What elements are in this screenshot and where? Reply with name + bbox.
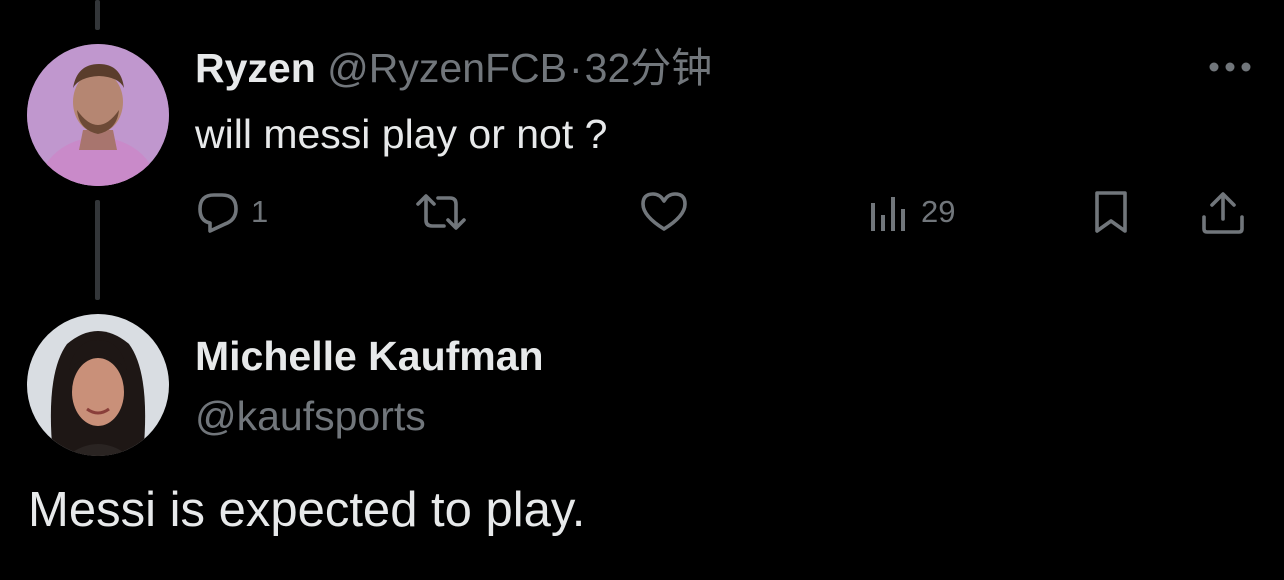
- tweet-thread: Ryzen @RyzenFCB·32分钟 will messi play or …: [0, 0, 1284, 580]
- author-handle[interactable]: @RyzenFCB: [327, 45, 567, 91]
- author-name[interactable]: Ryzen: [195, 45, 316, 91]
- avatar-michelle-kaufman[interactable]: [27, 314, 169, 456]
- share-icon: [1202, 192, 1244, 234]
- tweet-header: Ryzen @RyzenFCB·32分钟: [195, 42, 712, 94]
- reply-icon: [198, 193, 238, 233]
- views-bar-icon: [871, 197, 905, 231]
- views-button[interactable]: 29: [867, 186, 955, 238]
- retweet-button[interactable]: [413, 186, 479, 238]
- quoted-author-name[interactable]: Michelle Kaufman: [195, 330, 544, 382]
- quoted-tweet-text: Messi is expected to play.: [28, 483, 586, 537]
- heart-icon: [641, 192, 687, 231]
- reply-button[interactable]: 1: [195, 186, 268, 238]
- quoted-author-handle[interactable]: @kaufsports: [195, 390, 426, 442]
- thread-connector: [95, 200, 100, 300]
- reply-count: 1: [251, 194, 269, 229]
- more-dots-icon: [1209, 62, 1251, 72]
- like-button[interactable]: [639, 186, 699, 238]
- tweet-text: will messi play or not ?: [195, 111, 608, 157]
- thread-connector-top: [95, 0, 100, 30]
- more-options-button[interactable]: [1208, 60, 1252, 74]
- tweet-actions: 1 29: [195, 186, 1255, 238]
- retweet-icon: [416, 194, 466, 230]
- bookmark-icon: [1095, 191, 1127, 233]
- tweet-timestamp[interactable]: 32分钟: [585, 45, 713, 91]
- bookmark-button[interactable]: [1089, 186, 1133, 238]
- separator-dot: ·: [569, 45, 583, 91]
- avatar-ryzen[interactable]: [27, 44, 169, 186]
- views-count: 29: [921, 194, 956, 229]
- share-button[interactable]: [1199, 186, 1247, 238]
